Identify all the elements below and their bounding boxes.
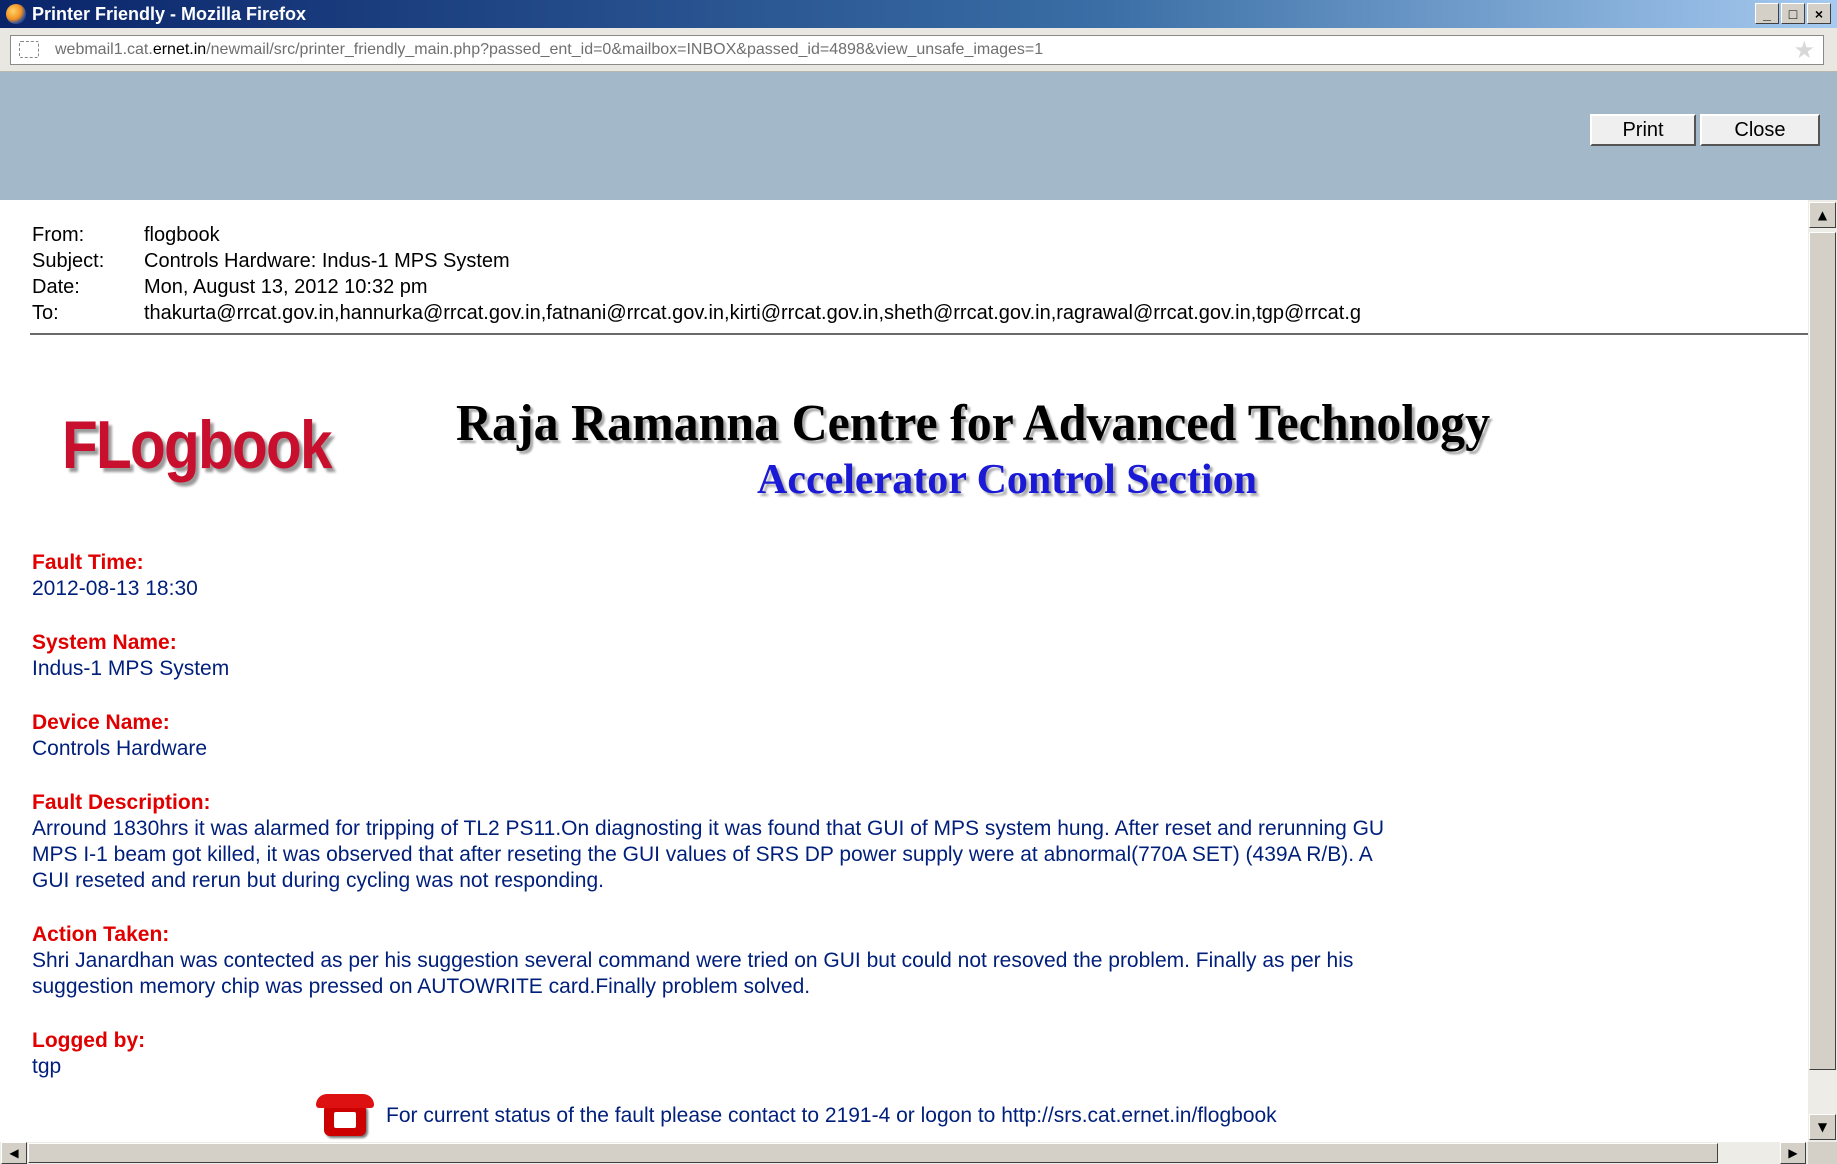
from-value: flogbook — [144, 224, 220, 246]
url-suffix: /newmail/src/printer_friendly_main.php?p… — [206, 41, 1044, 58]
scroll-right-button[interactable]: ▶ — [1780, 1142, 1806, 1164]
url-text[interactable]: webmail1.cat.ernet.in/newmail/src/printe… — [55, 41, 1043, 59]
window-controls: _ □ × — [1755, 3, 1831, 24]
url-prefix: webmail1.cat. — [55, 41, 153, 58]
to-row: To: thakurta@rrcat.gov.in,hannurka@rrcat… — [32, 300, 1361, 326]
close-window-button[interactable]: × — [1807, 3, 1831, 24]
system-name-block: System Name: Indus-1 MPS System — [32, 630, 1808, 682]
fault-details: Fault Time: 2012-08-13 18:30 System Name… — [32, 550, 1808, 1108]
logged-by-block: Logged by: tgp — [32, 1028, 1808, 1080]
logged-by-label: Logged by: — [32, 1029, 146, 1052]
url-field[interactable]: webmail1.cat.ernet.in/newmail/src/printe… — [10, 35, 1824, 65]
site-identity-icon[interactable] — [19, 41, 39, 58]
from-label: From: — [32, 224, 85, 246]
footer-contact-text: For current status of the fault please c… — [386, 1104, 1277, 1127]
print-toolbar: Print Close — [0, 72, 1837, 200]
footer-contact: For current status of the fault please c… — [316, 1094, 1277, 1138]
minimize-button[interactable]: _ — [1755, 3, 1779, 24]
organization-title: Raja Ramanna Centre for Advanced Technol… — [456, 395, 1491, 452]
device-name-value: Controls Hardware — [32, 737, 208, 760]
fault-description-label: Fault Description: — [32, 791, 211, 814]
fault-description-block: Fault Description: Arround 1830hrs it wa… — [32, 790, 1808, 894]
star-icon[interactable]: ★ — [1793, 37, 1815, 63]
logged-by-value: tgp — [32, 1055, 62, 1078]
window-title-bar[interactable]: Printer Friendly - Mozilla Firefox _ □ × — [0, 0, 1837, 28]
action-taken-line: suggestion memory chip was pressed on AU… — [32, 975, 811, 998]
url-domain: ernet.in — [152, 41, 207, 58]
system-name-value: Indus-1 MPS System — [32, 657, 230, 680]
email-header: From: flogbook Subject: Controls Hardwar… — [32, 222, 1361, 326]
telephone-icon — [316, 1094, 374, 1138]
vertical-scrollbar[interactable]: ▲ ▼ — [1808, 200, 1837, 1142]
print-button[interactable]: Print — [1590, 114, 1696, 146]
device-name-label: Device Name: — [32, 711, 170, 734]
subject-value: Controls Hardware: Indus-1 MPS System — [144, 250, 510, 272]
date-row: Date: Mon, August 13, 2012 10:32 pm — [32, 274, 1361, 300]
action-taken-label: Action Taken: — [32, 923, 170, 946]
close-button[interactable]: Close — [1700, 114, 1820, 146]
fault-time-block: Fault Time: 2012-08-13 18:30 — [32, 550, 1808, 602]
vertical-scroll-thumb[interactable] — [1809, 232, 1836, 1070]
section-title: Accelerator Control Section — [757, 457, 1257, 503]
date-value: Mon, August 13, 2012 10:32 pm — [144, 276, 428, 298]
scroll-up-button[interactable]: ▲ — [1809, 202, 1836, 228]
address-bar: webmail1.cat.ernet.in/newmail/src/printe… — [0, 28, 1837, 72]
window-title: Printer Friendly - Mozilla Firefox — [32, 4, 307, 24]
resize-grip[interactable] — [1808, 1142, 1837, 1164]
message-content: From: flogbook Subject: Controls Hardwar… — [0, 200, 1808, 1142]
fault-description-line: Arround 1830hrs it was alarmed for tripp… — [32, 817, 1385, 840]
to-value: thakurta@rrcat.gov.in,hannurka@rrcat.gov… — [144, 302, 1362, 324]
device-name-block: Device Name: Controls Hardware — [32, 710, 1808, 762]
action-taken-line: Shri Janardhan was contected as per his … — [32, 949, 1354, 972]
horizontal-scrollbar[interactable]: ◀ ▶ — [0, 1142, 1808, 1164]
flogbook-logo: FLogbook — [62, 407, 333, 483]
system-name-label: System Name: — [32, 631, 177, 654]
firefox-icon — [6, 4, 26, 24]
horizontal-scroll-thumb[interactable] — [28, 1143, 1718, 1163]
scroll-left-button[interactable]: ◀ — [1, 1142, 27, 1164]
subject-row: Subject: Controls Hardware: Indus-1 MPS … — [32, 248, 1361, 274]
fault-time-value: 2012-08-13 18:30 — [32, 577, 198, 600]
subject-label: Subject: — [32, 250, 105, 272]
header-divider — [30, 333, 1808, 335]
fault-description-line: GUI reseted and rerun but during cycling… — [32, 869, 604, 892]
from-row: From: flogbook — [32, 222, 1361, 248]
scroll-down-button[interactable]: ▼ — [1809, 1114, 1836, 1140]
date-label: Date: — [32, 276, 80, 298]
action-taken-block: Action Taken: Shri Janardhan was contect… — [32, 922, 1808, 1000]
fault-time-label: Fault Time: — [32, 551, 144, 574]
to-label: To: — [32, 302, 59, 324]
fault-description-line: MPS I-1 beam got killed, it was observed… — [32, 843, 1373, 866]
maximize-button[interactable]: □ — [1781, 3, 1805, 24]
